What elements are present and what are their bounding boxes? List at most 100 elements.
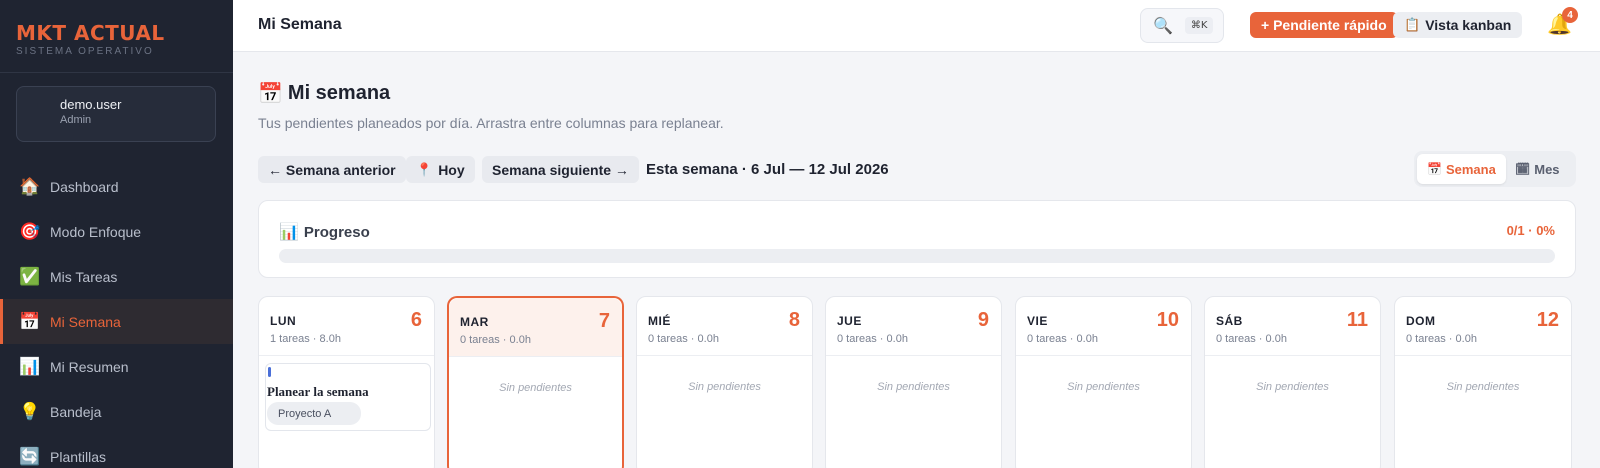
day-column-sab[interactable]: SÁB 0 tareas · 0.0h 11 Sin pendientes	[1204, 296, 1381, 468]
project-tag: Proyecto A	[267, 402, 361, 425]
next-week-button[interactable]: Semana siguiente →	[482, 156, 639, 183]
day-column-jue[interactable]: JUE 0 tareas · 0.0h 9 Sin pendientes	[825, 296, 1002, 468]
progress-title: 📊 Progreso	[279, 222, 370, 242]
sidebar-item-label: Mi Resumen	[50, 358, 129, 375]
search-shortcut: ⌘K	[1184, 17, 1214, 34]
prev-week-button[interactable]: ← Semana anterior	[258, 156, 406, 183]
empty-state: Sin pendientes	[1067, 381, 1140, 393]
sidebar-item-mis-tareas[interactable]: ✅ Mis Tareas	[0, 254, 233, 299]
sidebar-item-mi-semana[interactable]: 📅 Mi Semana	[0, 299, 233, 344]
month-view-button[interactable]: 🗓 Mes	[1505, 154, 1570, 184]
day-header: JUE 0 tareas · 0.0h 9	[826, 297, 1001, 356]
week-range-label: Esta semana · 6 Jul — 12 Jul 2026	[646, 161, 889, 178]
day-header: VIE 0 tareas · 0.0h 10	[1016, 297, 1191, 356]
task-title: Planear la semana	[267, 384, 369, 399]
day-number: 7	[598, 310, 610, 332]
day-column-dom[interactable]: DOM 0 tareas · 0.0h 12 Sin pendientes	[1394, 296, 1572, 468]
empty-state: Sin pendientes	[1256, 381, 1329, 393]
user-role: Admin	[60, 114, 92, 126]
sidebar-item-bandeja[interactable]: 💡 Bandeja	[0, 389, 233, 434]
kanban-view-button[interactable]: 📋 Vista kanban	[1393, 12, 1523, 38]
sidebar-item-label: Plantillas	[50, 448, 107, 465]
day-meta: 0 tareas · 0.0h	[1027, 333, 1098, 345]
sidebar-item-label: Mis Tareas	[50, 268, 118, 285]
sidebar: MKT ACTUAL SISTEMA OPERATIVO demo.user A…	[0, 0, 233, 468]
sidebar-item-plantillas[interactable]: 🔄 Plantillas	[0, 434, 233, 468]
day-number: 6	[410, 309, 422, 331]
day-meta: 0 tareas · 0.0h	[648, 333, 719, 345]
sidebar-item-label: Dashboard	[50, 178, 119, 195]
clipboard-icon: 📋	[1404, 17, 1421, 32]
day-meta: 1 tareas · 8.0h	[270, 333, 341, 345]
kanban-view-label: Vista kanban	[1425, 17, 1512, 33]
today-button[interactable]: 📍 Hoy	[406, 156, 475, 183]
pin-icon: 📍	[416, 161, 433, 177]
week-view-label: Semana	[1445, 161, 1496, 177]
search-button[interactable]: 🔍 ⌘K	[1140, 8, 1224, 43]
lightbulb-icon: 💡	[19, 401, 41, 421]
day-name: MIÉ	[648, 314, 671, 328]
day-name: DOM	[1406, 314, 1436, 328]
sidebar-nav: 🏠 Dashboard 🎯 Modo Enfoque ✅ Mis Tareas …	[0, 164, 233, 468]
target-icon: 🎯	[19, 221, 41, 241]
day-column-mie[interactable]: MIÉ 0 tareas · 0.0h 8 Sin pendientes	[636, 296, 813, 468]
sidebar-item-mi-resumen[interactable]: 📊 Mi Resumen	[0, 344, 233, 389]
search-icon: 🔍	[1153, 17, 1173, 35]
empty-state: Sin pendientes	[688, 381, 761, 393]
today-label: Hoy	[438, 161, 465, 178]
task-card[interactable]: Planear la semana Proyecto A	[265, 363, 431, 431]
empty-state: Sin pendientes	[499, 382, 572, 394]
day-number: 11	[1346, 309, 1368, 331]
calendar-icon: 📅	[1427, 162, 1442, 176]
notification-badge: 4	[1562, 7, 1578, 23]
bar-chart-icon: 📊	[19, 356, 41, 376]
day-meta: 0 tareas · 0.0h	[460, 334, 531, 346]
sidebar-item-dashboard[interactable]: 🏠 Dashboard	[0, 164, 233, 209]
sidebar-item-label: Modo Enfoque	[50, 223, 142, 240]
sidebar-item-modo-enfoque[interactable]: 🎯 Modo Enfoque	[0, 209, 233, 254]
empty-state: Sin pendientes	[877, 381, 950, 393]
brand: MKT ACTUAL SISTEMA OPERATIVO	[0, 0, 233, 73]
day-column-lun[interactable]: LUN 1 tareas · 8.0h 6 Planear la semana …	[258, 296, 435, 468]
day-name: VIE	[1027, 314, 1048, 328]
empty-state: Sin pendientes	[1446, 381, 1520, 393]
calendar-icon: 📅	[19, 311, 41, 331]
day-name: SÁB	[1216, 314, 1243, 328]
spiral-calendar-icon: 🗓	[1515, 162, 1531, 176]
day-number: 9	[977, 309, 989, 331]
task-accent	[268, 367, 271, 377]
user-card[interactable]: demo.user Admin	[16, 86, 216, 142]
calendar-icon: 📅	[258, 83, 283, 105]
user-name: demo.user	[60, 97, 122, 112]
day-number: 12	[1536, 309, 1559, 331]
week-board: LUN 1 tareas · 8.0h 6 Planear la semana …	[258, 296, 1576, 468]
day-header: MAR 0 tareas · 0.0h 7	[449, 298, 622, 357]
day-number: 8	[788, 309, 800, 331]
day-number: 10	[1156, 309, 1179, 331]
view-toggle: 📅 Semana 🗓 Mes	[1414, 151, 1576, 187]
topbar: Mi Semana 🔍 ⌘K + Pendiente rápido 📋 Vist…	[233, 0, 1600, 52]
day-column-vie[interactable]: VIE 0 tareas · 0.0h 10 Sin pendientes	[1015, 296, 1192, 468]
day-header: SÁB 0 tareas · 0.0h 11	[1205, 297, 1380, 356]
house-icon: 🏠	[19, 176, 41, 196]
topbar-title: Mi Semana	[258, 16, 342, 33]
page-title: 📅 Mi semana	[258, 81, 390, 106]
refresh-icon: 🔄	[19, 446, 41, 466]
day-name: MAR	[460, 315, 489, 329]
brand-title: MKT ACTUAL	[16, 21, 165, 45]
day-header: MIÉ 0 tareas · 0.0h 8	[637, 297, 812, 356]
page-subtitle: Tus pendientes planeados por día. Arrast…	[258, 115, 724, 131]
day-name: JUE	[837, 314, 862, 328]
progress-value: 0/1 · 0%	[1506, 223, 1555, 238]
day-header: DOM 0 tareas · 0.0h 12	[1395, 297, 1571, 356]
day-column-mar[interactable]: MAR 0 tareas · 0.0h 7 Sin pendientes	[447, 296, 624, 468]
progress-title-text: Progreso	[303, 223, 370, 241]
check-icon: ✅	[19, 266, 41, 286]
page-title-text: Mi semana	[287, 82, 391, 104]
week-view-button[interactable]: 📅 Semana	[1417, 154, 1506, 184]
brand-subtitle: SISTEMA OPERATIVO	[16, 46, 154, 57]
progress-bar	[279, 249, 1555, 263]
sidebar-item-label: Mi Semana	[50, 313, 121, 330]
sidebar-item-label: Bandeja	[50, 403, 102, 420]
quick-task-button[interactable]: + Pendiente rápido	[1250, 12, 1398, 38]
